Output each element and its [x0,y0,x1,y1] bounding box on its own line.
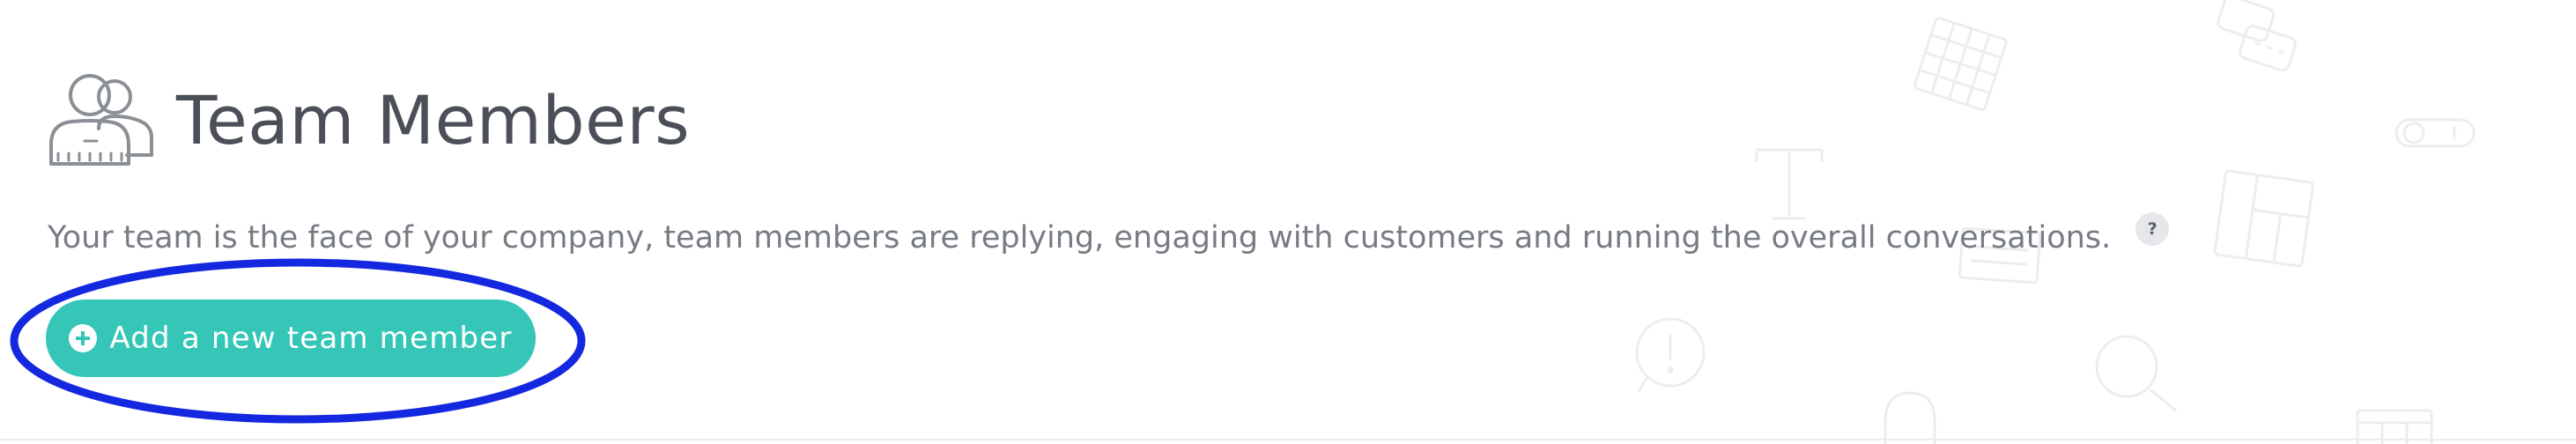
grid-icon [1913,17,2008,111]
text-icon [1755,148,1824,220]
chat-bubbles-icon [2217,0,2297,72]
alert-bubble-icon [1635,317,1706,392]
add-team-member-label: Add a new team member [109,321,513,356]
page-header: Team Members [46,70,690,169]
add-team-member-button[interactable]: Add a new team member [46,300,536,377]
help-badge[interactable]: ? [2136,212,2170,246]
description-row: Your team is the face of your company, t… [48,212,2170,255]
layout-icon [2213,169,2314,268]
section-divider [0,439,2576,440]
bell-icon [1884,391,1936,444]
page-description: Your team is the face of your company, t… [48,220,2112,255]
team-members-icon [49,74,153,166]
toggle-icon [2395,118,2476,148]
search-icon [2095,335,2177,412]
page-title: Team Members [176,80,691,159]
team-members-page: Team Members Your team is the face of yo… [0,0,2576,444]
plus-circle-icon [69,324,98,352]
